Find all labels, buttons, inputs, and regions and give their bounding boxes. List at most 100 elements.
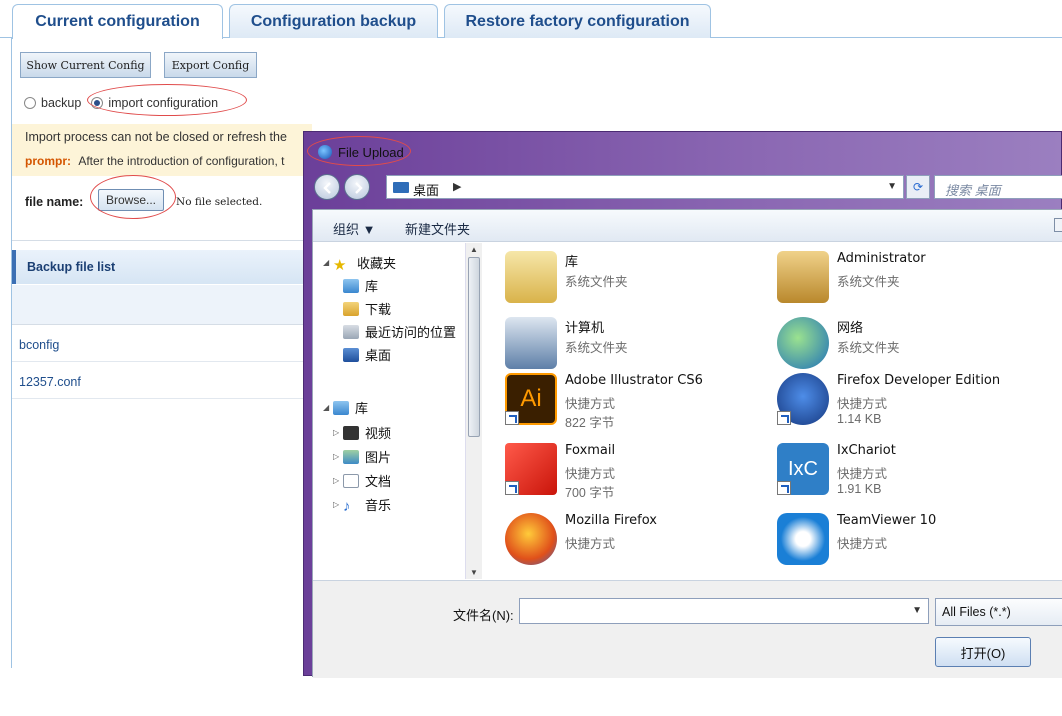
expand-icon: ◢ bbox=[323, 403, 330, 412]
nav-item-desktop[interactable]: 桌面 bbox=[343, 345, 391, 364]
backup-list-row[interactable]: bconfig bbox=[12, 326, 312, 362]
file-item-type: 快捷方式 bbox=[565, 397, 616, 411]
nav-libraries[interactable]: ◢ 库 bbox=[323, 398, 368, 417]
nav-label: 下载 bbox=[365, 302, 392, 317]
annotation-ellipse bbox=[307, 136, 411, 166]
no-file-selected-text: No file selected. bbox=[176, 196, 263, 208]
nav-item-videos[interactable]: ▷ 视频 bbox=[333, 423, 391, 442]
forward-button[interactable] bbox=[344, 174, 370, 200]
file-item-type: 快捷方式 bbox=[565, 537, 616, 551]
file-item-type: 快捷方式 bbox=[837, 537, 888, 551]
chevron-down-icon[interactable]: ▼ bbox=[912, 605, 922, 616]
library-icon bbox=[333, 400, 349, 415]
video-icon bbox=[343, 425, 359, 440]
collapse-icon: ▷ bbox=[333, 476, 340, 485]
mozilla-firefox-icon bbox=[505, 513, 557, 565]
shortcut-arrow-icon bbox=[505, 481, 519, 495]
user-folder-icon bbox=[777, 251, 829, 303]
file-item[interactable]: Firefox Developer Edition 快捷方式 1.14 KB bbox=[757, 369, 1027, 435]
file-item-name: IxChariot bbox=[837, 443, 896, 458]
shortcut-arrow-icon bbox=[777, 481, 791, 495]
music-icon: ♪ bbox=[343, 497, 351, 515]
file-name-label: file name: bbox=[25, 195, 84, 209]
new-folder-button[interactable]: 新建文件夹 bbox=[405, 219, 470, 238]
star-icon: ★ bbox=[333, 256, 347, 274]
navigation-scrollbar[interactable]: ▲ ▼ bbox=[465, 243, 482, 579]
annotation-ellipse bbox=[87, 84, 247, 116]
arrow-left-icon bbox=[323, 182, 331, 194]
document-icon bbox=[343, 473, 359, 488]
file-item-type: 系统文件夹 bbox=[565, 275, 628, 289]
open-button[interactable]: 打开(O) bbox=[935, 637, 1031, 667]
file-upload-dialog: File Upload 桌面 ▶ ▼ ⟳ 搜索 桌面 组织 ▼ 新建文件夹 ◢ … bbox=[303, 131, 1062, 678]
desktop-icon bbox=[343, 347, 359, 362]
nav-item-music[interactable]: ▷ ♪ 音乐 bbox=[333, 495, 392, 515]
shortcut-arrow-icon bbox=[777, 411, 791, 425]
scroll-up-icon[interactable]: ▲ bbox=[470, 245, 478, 254]
search-input[interactable]: 搜索 桌面 bbox=[934, 175, 1062, 199]
file-item[interactable]: Mozilla Firefox 快捷方式 bbox=[485, 509, 755, 575]
file-item-size: 822 字节 bbox=[565, 416, 615, 430]
nav-label: 收藏夹 bbox=[357, 256, 397, 271]
scroll-down-icon[interactable]: ▼ bbox=[470, 568, 478, 577]
chevron-down-icon[interactable]: ▼ bbox=[887, 181, 897, 192]
file-item[interactable]: 库 系统文件夹 bbox=[485, 247, 755, 313]
organize-menu[interactable]: 组织 ▼ bbox=[333, 219, 375, 238]
file-item-size: 700 字节 bbox=[565, 486, 615, 500]
file-item-type: 系统文件夹 bbox=[837, 341, 900, 355]
nav-item-library[interactable]: 库 bbox=[343, 276, 378, 295]
file-item[interactable]: Administrator 系统文件夹 bbox=[757, 247, 1027, 313]
file-item-size: 1.91 KB bbox=[837, 482, 882, 496]
tab-restore-factory[interactable]: Restore factory configuration bbox=[444, 4, 711, 38]
file-item[interactable]: IxC IxChariot 快捷方式 1.91 KB bbox=[757, 439, 1027, 505]
backup-list-header: Backup file list bbox=[12, 250, 312, 284]
chevron-right-icon: ▶ bbox=[453, 181, 462, 193]
file-type-select[interactable]: All Files (*.*) bbox=[935, 598, 1062, 626]
file-item-name: Mozilla Firefox bbox=[565, 513, 657, 528]
file-item-type: 系统文件夹 bbox=[837, 275, 900, 289]
file-item-name: 计算机 bbox=[565, 321, 605, 336]
address-bar[interactable]: 桌面 ▶ ▼ bbox=[386, 175, 904, 199]
tab-configuration-backup[interactable]: Configuration backup bbox=[229, 4, 438, 38]
library-icon bbox=[343, 278, 359, 293]
refresh-icon: ⟳ bbox=[912, 180, 924, 194]
tab-current-configuration[interactable]: Current configuration bbox=[12, 4, 223, 39]
computer-icon bbox=[505, 317, 557, 369]
nav-label: 文档 bbox=[365, 474, 392, 489]
show-current-config-button[interactable]: Show Current Config bbox=[20, 52, 151, 78]
backup-file-name[interactable]: 12357.conf bbox=[19, 375, 81, 389]
scrollbar-thumb[interactable] bbox=[468, 257, 480, 437]
nav-label: 库 bbox=[355, 401, 369, 416]
nav-item-recent[interactable]: 最近访问的位置 bbox=[343, 322, 456, 341]
downloads-icon bbox=[343, 301, 359, 316]
nav-label: 音乐 bbox=[365, 498, 392, 513]
dialog-body: 组织 ▼ 新建文件夹 ◢ ★ 收藏夹 库 下载 最近访问的位置 桌面 ◢ 库 ▷… bbox=[312, 209, 1062, 678]
nav-label: 桌面 bbox=[365, 348, 392, 363]
divider bbox=[12, 240, 312, 241]
backup-list-row[interactable]: 12357.conf bbox=[12, 363, 312, 399]
backup-radio[interactable] bbox=[24, 97, 36, 109]
import-notice: Import process can not be closed or refr… bbox=[12, 124, 312, 176]
export-config-button[interactable]: Export Config bbox=[164, 52, 257, 78]
nav-item-downloads[interactable]: 下载 bbox=[343, 299, 391, 318]
file-name-input[interactable]: ▼ bbox=[519, 598, 929, 624]
file-item-name: 库 bbox=[565, 255, 579, 270]
backup-list-title: Backup file list bbox=[27, 260, 116, 274]
nav-item-documents[interactable]: ▷ 文档 bbox=[333, 471, 391, 490]
refresh-button[interactable]: ⟳ bbox=[906, 175, 930, 199]
recent-places-icon bbox=[343, 324, 359, 339]
nav-favorites[interactable]: ◢ ★ 收藏夹 bbox=[323, 253, 397, 274]
file-item-name: Foxmail bbox=[565, 443, 616, 458]
nav-item-pictures[interactable]: ▷ 图片 bbox=[333, 447, 391, 466]
file-item[interactable]: Ai Adobe Illustrator CS6 快捷方式 822 字节 bbox=[485, 369, 755, 435]
file-item[interactable]: TeamViewer 10 快捷方式 bbox=[757, 509, 1027, 575]
backup-file-name[interactable]: bconfig bbox=[19, 338, 59, 352]
file-item[interactable]: Foxmail 快捷方式 700 字节 bbox=[485, 439, 755, 505]
file-item-type: 系统文件夹 bbox=[565, 341, 628, 355]
file-item-name: Administrator bbox=[837, 251, 926, 266]
collapse-icon: ▷ bbox=[333, 452, 340, 461]
back-button[interactable] bbox=[314, 174, 340, 200]
file-item-type: 快捷方式 bbox=[837, 397, 888, 411]
view-options-icon[interactable] bbox=[1054, 218, 1062, 232]
dialog-bottom-panel: 文件名(N): ▼ All Files (*.*) 打开(O) bbox=[313, 580, 1062, 678]
